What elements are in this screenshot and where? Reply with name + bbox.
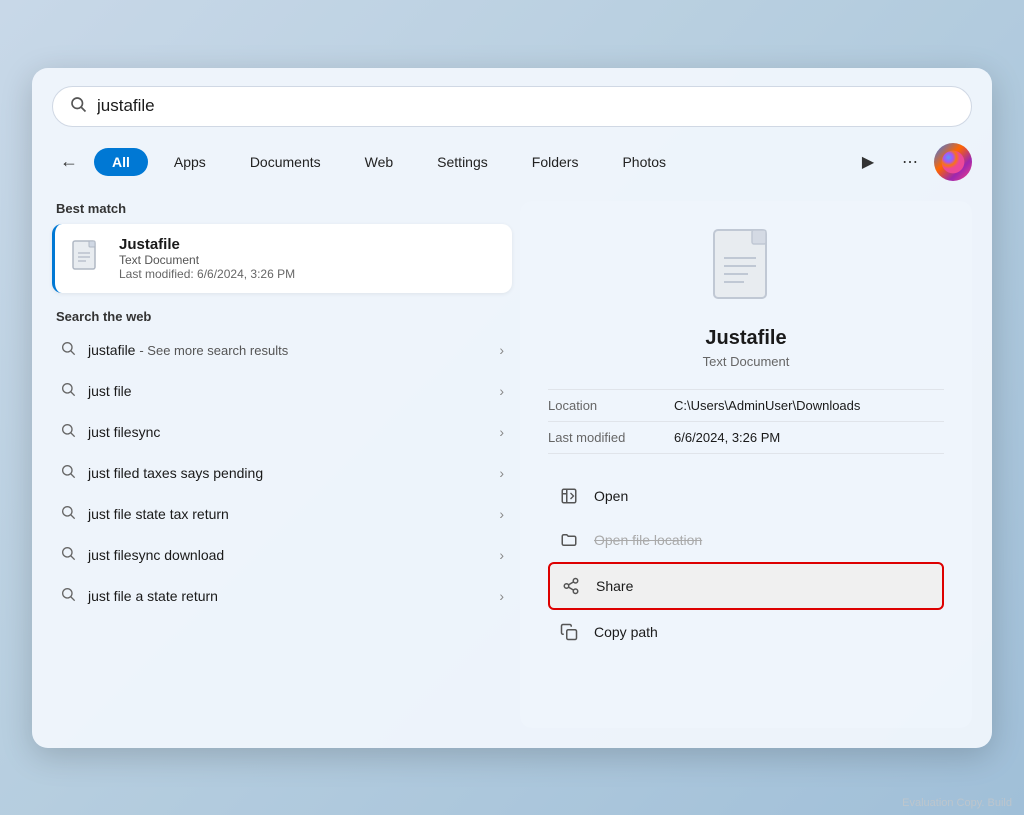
best-match-name: Justafile bbox=[119, 236, 498, 253]
filter-extras: ▶ ⋯ bbox=[850, 143, 972, 181]
search-icon-web-3 bbox=[60, 463, 76, 484]
meta-modified-row: Last modified 6/6/2024, 3:26 PM bbox=[548, 422, 944, 454]
action-copy-path[interactable]: Copy path bbox=[548, 610, 944, 654]
meta-location-key: Location bbox=[548, 398, 658, 413]
filter-folders[interactable]: Folders bbox=[514, 148, 597, 176]
action-open-file-location[interactable]: Open file location bbox=[548, 518, 944, 562]
web-result-text-6: just file a state return bbox=[88, 588, 487, 604]
web-result-text-0: justafile - See more search results bbox=[88, 342, 487, 358]
open-file-location-icon bbox=[558, 529, 580, 551]
meta-modified-val: 6/6/2024, 3:26 PM bbox=[674, 430, 780, 445]
search-icon-web-0 bbox=[60, 340, 76, 361]
web-result-4[interactable]: just file state tax return › bbox=[52, 494, 512, 535]
search-input[interactable]: justafile bbox=[97, 96, 955, 116]
open-label: Open bbox=[594, 488, 628, 504]
web-section-label: Search the web bbox=[52, 309, 512, 324]
left-panel: Best match Justafile Text Document L bbox=[52, 201, 512, 728]
open-icon bbox=[558, 485, 580, 507]
detail-file-icon bbox=[706, 225, 786, 315]
chevron-right-icon-0: › bbox=[499, 342, 504, 358]
share-label: Share bbox=[596, 578, 633, 594]
chevron-right-icon-3: › bbox=[499, 465, 504, 481]
filter-web[interactable]: Web bbox=[347, 148, 412, 176]
copilot-icon[interactable] bbox=[934, 143, 972, 181]
web-result-text-3: just filed taxes says pending bbox=[88, 465, 487, 481]
right-panel: Justafile Text Document Location C:\User… bbox=[520, 201, 972, 728]
web-results-list: justafile - See more search results › ju… bbox=[52, 330, 512, 617]
detail-type: Text Document bbox=[703, 354, 790, 369]
filter-settings[interactable]: Settings bbox=[419, 148, 506, 176]
search-bar-row: justafile bbox=[52, 86, 972, 127]
copy-path-label: Copy path bbox=[594, 624, 658, 640]
back-button[interactable]: ← bbox=[52, 145, 86, 179]
search-box: justafile bbox=[52, 86, 972, 127]
meta-location-row: Location C:\Users\AdminUser\Downloads bbox=[548, 389, 944, 422]
filter-photos[interactable]: Photos bbox=[604, 148, 684, 176]
filter-documents[interactable]: Documents bbox=[232, 148, 339, 176]
search-icon-web-6 bbox=[60, 586, 76, 607]
action-share[interactable]: Share bbox=[548, 562, 944, 610]
file-icon bbox=[69, 240, 105, 276]
play-button[interactable]: ▶ bbox=[850, 144, 886, 180]
chevron-right-icon-6: › bbox=[499, 588, 504, 604]
meta-modified-key: Last modified bbox=[548, 430, 658, 445]
best-match-item[interactable]: Justafile Text Document Last modified: 6… bbox=[52, 224, 512, 293]
web-result-text-5: just filesync download bbox=[88, 547, 487, 563]
search-icon-web-4 bbox=[60, 504, 76, 525]
web-result-2[interactable]: just filesync › bbox=[52, 412, 512, 453]
search-icon-web-2 bbox=[60, 422, 76, 443]
web-result-0[interactable]: justafile - See more search results › bbox=[52, 330, 512, 371]
watermark: Evaluation Copy. Build bbox=[902, 797, 1012, 809]
search-panel: justafile ← All Apps Documents Web Setti… bbox=[32, 68, 992, 748]
filter-row: ← All Apps Documents Web Settings Folder… bbox=[52, 143, 972, 181]
actions-list: Open Open file location bbox=[548, 474, 944, 654]
web-result-5[interactable]: just filesync download › bbox=[52, 535, 512, 576]
search-icon-web-1 bbox=[60, 381, 76, 402]
web-result-6[interactable]: just file a state return › bbox=[52, 576, 512, 617]
detail-name: Justafile bbox=[705, 327, 786, 350]
web-result-text-1: just file bbox=[88, 383, 487, 399]
web-result-3[interactable]: just filed taxes says pending › bbox=[52, 453, 512, 494]
copy-path-icon bbox=[558, 621, 580, 643]
web-result-text-4: just file state tax return bbox=[88, 506, 487, 522]
action-open[interactable]: Open bbox=[548, 474, 944, 518]
filter-apps[interactable]: Apps bbox=[156, 148, 224, 176]
meta-location-val: C:\Users\AdminUser\Downloads bbox=[674, 398, 860, 413]
main-area: Best match Justafile Text Document L bbox=[52, 201, 972, 728]
chevron-right-icon-5: › bbox=[499, 547, 504, 563]
search-icon-web-5 bbox=[60, 545, 76, 566]
chevron-right-icon-1: › bbox=[499, 383, 504, 399]
search-icon bbox=[69, 95, 87, 118]
open-file-location-label: Open file location bbox=[594, 532, 702, 548]
best-match-info: Justafile Text Document Last modified: 6… bbox=[119, 236, 498, 281]
best-match-date: Last modified: 6/6/2024, 3:26 PM bbox=[119, 267, 498, 281]
filter-all[interactable]: All bbox=[94, 148, 148, 176]
share-icon bbox=[560, 575, 582, 597]
chevron-right-icon-2: › bbox=[499, 424, 504, 440]
web-result-text-2: just filesync bbox=[88, 424, 487, 440]
more-options-button[interactable]: ⋯ bbox=[892, 144, 928, 180]
detail-meta: Location C:\Users\AdminUser\Downloads La… bbox=[548, 389, 944, 454]
web-result-1[interactable]: just file › bbox=[52, 371, 512, 412]
best-match-type: Text Document bbox=[119, 253, 498, 267]
chevron-right-icon-4: › bbox=[499, 506, 504, 522]
best-match-label: Best match bbox=[52, 201, 512, 216]
